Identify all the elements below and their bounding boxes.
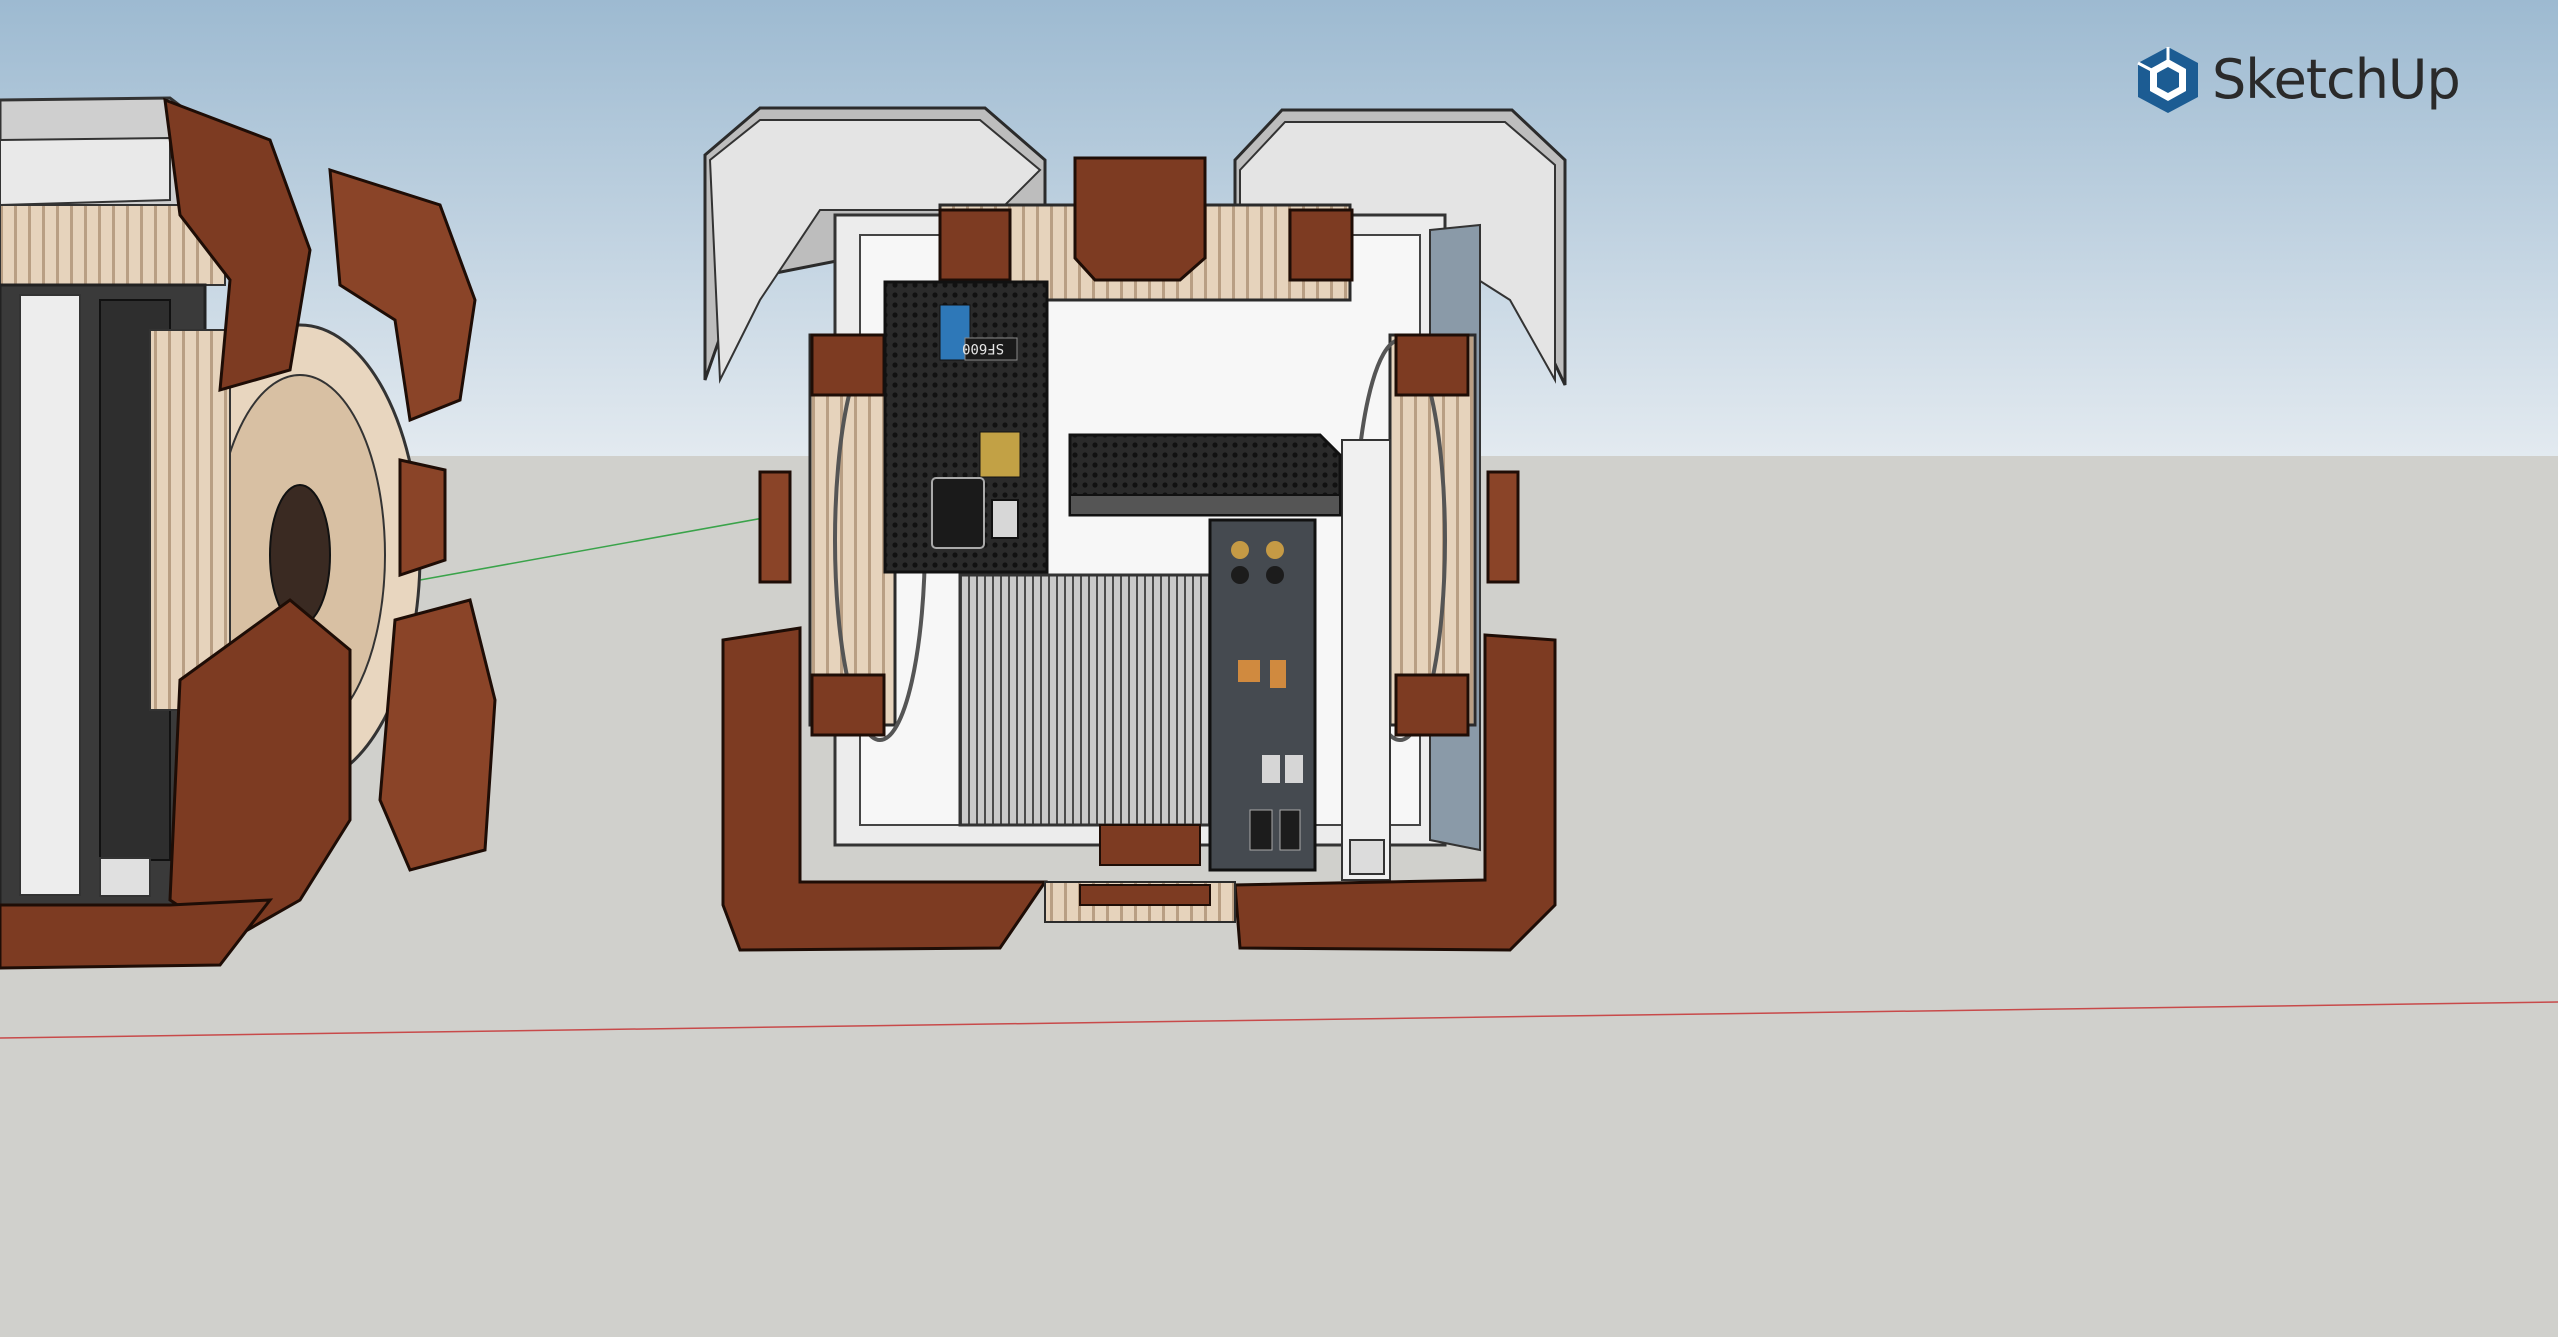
sketchup-logo-text: SketchUp [2212,48,2461,111]
sketchup-3d-viewport[interactable]: SF600 SketchUp [0,0,2558,1337]
left-case-model[interactable] [0,96,497,970]
model-scene[interactable]: SF600 [0,0,2558,1337]
sketchup-logo: SketchUp [2136,44,2461,116]
sketchup-cube-icon [2137,47,2198,113]
psu-model-label: SF600 [962,340,1004,356]
center-case-model[interactable] [703,106,1567,952]
